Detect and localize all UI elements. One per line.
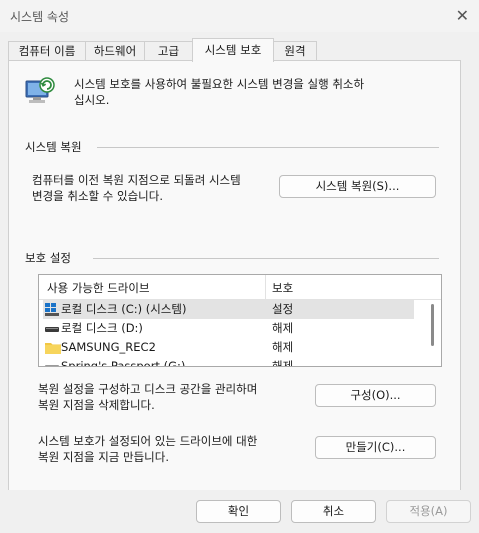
create-desc-line2: 복원 지점을 지금 만듭니다. bbox=[38, 450, 170, 464]
system-restore-description: 컴퓨터를 이전 복원 지점으로 되돌려 시스템 변경을 취소할 수 있습니다. bbox=[32, 172, 241, 204]
drive-status: 설정 bbox=[272, 302, 294, 316]
drive-icon bbox=[45, 360, 59, 366]
drive-row-c[interactable]: 로컬 디스크 (C:) (시스템) 설정 bbox=[43, 300, 414, 319]
column-header-drive[interactable]: 사용 가능한 드라이브 bbox=[47, 280, 150, 296]
scrollbar-thumb[interactable] bbox=[431, 304, 434, 346]
close-icon[interactable]: ✕ bbox=[456, 6, 469, 25]
configure-button[interactable]: 구성(O)... bbox=[315, 384, 436, 407]
apply-button[interactable]: 적용(A) bbox=[386, 500, 471, 523]
column-header-protection[interactable]: 보호 bbox=[272, 280, 293, 296]
system-protection-icon bbox=[23, 75, 57, 109]
intro-text-line1: 시스템 보호를 사용하여 불필요한 시스템 변경을 실행 취소하 bbox=[74, 77, 365, 91]
drive-name: SAMSUNG_REC2 bbox=[61, 340, 156, 354]
drive-list[interactable]: 사용 가능한 드라이브 보호 로컬 디스크 (C:) (시스템) 설정 로컬 디… bbox=[38, 274, 442, 367]
drive-row-passport[interactable]: Spring's Passport (G:) 해제 bbox=[43, 357, 414, 367]
restore-desc-line1: 컴퓨터를 이전 복원 지점으로 되돌려 시스템 bbox=[32, 173, 241, 187]
drive-row-d[interactable]: 로컬 디스크 (D:) 해제 bbox=[43, 319, 414, 338]
create-description: 시스템 보호가 설정되어 있는 드라이브에 대한 복원 지점을 지금 만듭니다. bbox=[38, 433, 257, 465]
create-button[interactable]: 만들기(C)... bbox=[315, 436, 436, 459]
list-scrollbar[interactable] bbox=[424, 300, 441, 366]
system-restore-heading: 시스템 복원 bbox=[25, 140, 82, 154]
configure-description: 복원 설정을 구성하고 디스크 공간을 관리하며 복원 지점을 삭제합니다. bbox=[38, 381, 257, 413]
divider bbox=[93, 258, 439, 259]
configure-desc-line1: 복원 설정을 구성하고 디스크 공간을 관리하며 bbox=[38, 382, 258, 396]
window-title: 시스템 속성 bbox=[10, 10, 70, 24]
intro-text: 시스템 보호를 사용하여 불필요한 시스템 변경을 실행 취소하 십시오. bbox=[74, 76, 364, 108]
tab-hardware[interactable]: 하드웨어 bbox=[85, 41, 145, 61]
drive-status: 해제 bbox=[272, 340, 294, 354]
dialog-footer: 확인 취소 적용(A) bbox=[0, 490, 479, 533]
tab-remote[interactable]: 원격 bbox=[273, 41, 317, 61]
restore-desc-line2: 변경을 취소할 수 있습니다. bbox=[32, 189, 164, 203]
ok-button[interactable]: 확인 bbox=[196, 500, 281, 523]
tab-system-protection[interactable]: 시스템 보호 bbox=[192, 38, 274, 62]
system-protection-panel: 시스템 보호를 사용하여 불필요한 시스템 변경을 실행 취소하 십시오. 시스… bbox=[8, 60, 461, 492]
drive-status: 해제 bbox=[272, 321, 294, 335]
divider bbox=[97, 147, 439, 148]
intro-text-line2: 십시오. bbox=[74, 93, 110, 107]
system-restore-button[interactable]: 시스템 복원(S)... bbox=[279, 175, 436, 198]
drive-row-samsung[interactable]: SAMSUNG_REC2 해제 bbox=[43, 338, 414, 357]
list-header: 사용 가능한 드라이브 보호 bbox=[39, 275, 441, 300]
tab-advanced[interactable]: 고급 bbox=[144, 41, 193, 61]
create-desc-line1: 시스템 보호가 설정되어 있는 드라이브에 대한 bbox=[38, 434, 258, 448]
drive-name: 로컬 디스크 (C:) (시스템) bbox=[61, 302, 187, 316]
column-separator bbox=[265, 275, 266, 299]
title-bar: 시스템 속성 ✕ bbox=[0, 0, 479, 32]
drive-name: Spring's Passport (G:) bbox=[61, 359, 186, 367]
drive-status: 해제 bbox=[272, 359, 294, 367]
protection-settings-heading: 보호 설정 bbox=[25, 251, 71, 265]
cancel-button[interactable]: 취소 bbox=[291, 500, 376, 523]
configure-desc-line2: 복원 지점을 삭제합니다. bbox=[38, 398, 155, 412]
drive-name: 로컬 디스크 (D:) bbox=[61, 321, 143, 335]
tab-computer-name[interactable]: 컴퓨터 이름 bbox=[8, 41, 86, 61]
